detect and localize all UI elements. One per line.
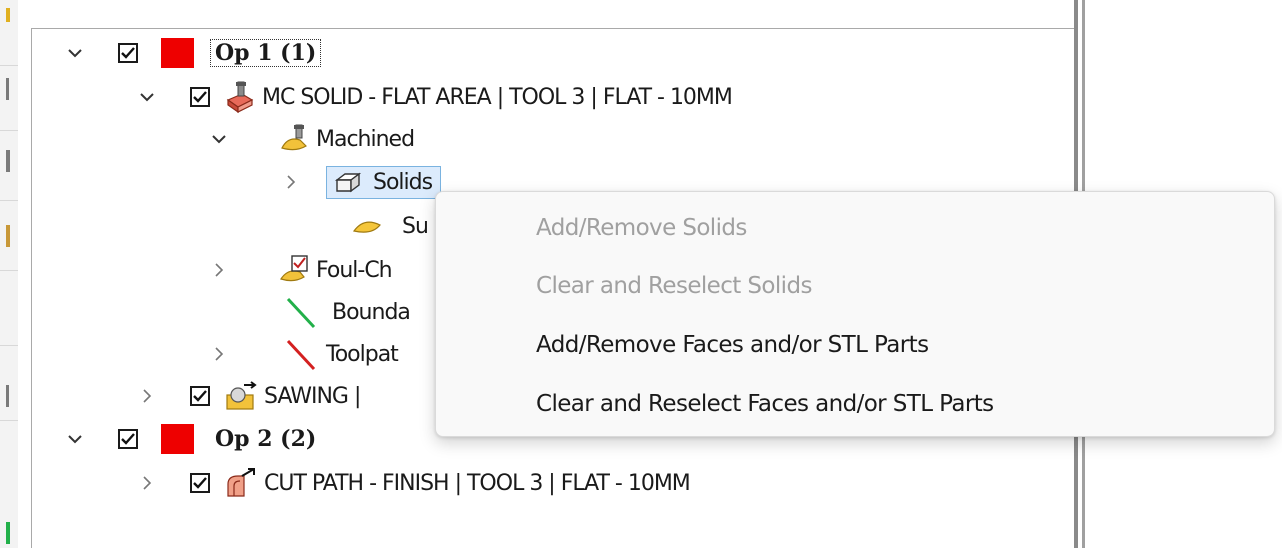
tree-row-op1[interactable]: Op 1 (1)	[64, 32, 322, 74]
menu-item-clear-reselect-faces-stl[interactable]: Clear and Reselect Faces and/or STL Part…	[536, 384, 994, 424]
chevron-right-icon[interactable]	[280, 171, 302, 193]
op1-label[interactable]: Op 1 (1)	[210, 39, 322, 67]
chevron-right-icon[interactable]	[136, 472, 158, 494]
foul-check-icon	[278, 253, 312, 287]
tree-row-mc-solid[interactable]: MC SOLID - FLAT AREA | TOOL 3 | FLAT - 1…	[136, 76, 733, 118]
divider	[0, 420, 18, 421]
op-color-marker	[161, 424, 194, 454]
tree-row-foul-check[interactable]: Foul-Ch	[208, 249, 393, 291]
checkbox-cut-path[interactable]	[190, 473, 210, 493]
context-menu: Add/Remove Solids Clear and Reselect Sol…	[435, 191, 1275, 437]
divider	[0, 130, 18, 131]
chevron-down-icon[interactable]	[64, 428, 86, 450]
op-color-marker	[161, 38, 194, 68]
tree-row-machined[interactable]: Machined	[208, 118, 415, 160]
cut-path-label[interactable]: CUT PATH - FINISH | TOOL 3 | FLAT - 10MM	[264, 471, 691, 496]
divider	[0, 270, 18, 271]
toolbar-mark	[6, 522, 10, 544]
tree-row-sawing[interactable]: SAWING |	[136, 375, 361, 417]
toolpath-line-icon	[284, 337, 318, 371]
surfaces-label[interactable]: Su	[402, 214, 429, 239]
checkbox-sawing[interactable]	[190, 386, 210, 406]
boundary-label[interactable]: Bounda	[332, 300, 411, 325]
checkbox-op2[interactable]	[118, 429, 138, 449]
toolbar-mark	[6, 8, 10, 22]
tree-row-op2[interactable]: Op 2 (2)	[64, 418, 321, 460]
solids-label[interactable]: Solids	[373, 170, 433, 195]
chevron-down-icon[interactable]	[136, 86, 158, 108]
surface-icon	[350, 209, 384, 243]
sawing-operation-icon	[224, 379, 258, 413]
chevron-right-icon[interactable]	[136, 385, 158, 407]
toolbar-mark	[6, 78, 9, 100]
tree-row-toolpath[interactable]: Toolpat	[208, 333, 399, 375]
menu-item-add-remove-faces-stl[interactable]: Add/Remove Faces and/or STL Parts	[536, 325, 929, 365]
machined-label[interactable]: Machined	[316, 127, 415, 152]
menu-item-clear-reselect-solids[interactable]: Clear and Reselect Solids	[536, 266, 812, 306]
tree-row-surfaces[interactable]: Su	[350, 205, 429, 247]
mc-solid-label[interactable]: MC SOLID - FLAT AREA | TOOL 3 | FLAT - 1…	[262, 85, 733, 110]
menu-item-add-remove-solids[interactable]: Add/Remove Solids	[536, 208, 747, 248]
cut-path-operation-icon	[224, 466, 258, 500]
toolbar-mark	[6, 385, 9, 407]
foul-check-label[interactable]: Foul-Ch	[316, 258, 393, 283]
sawing-label[interactable]: SAWING |	[264, 384, 361, 409]
divider	[0, 65, 18, 66]
chevron-down-icon[interactable]	[64, 42, 86, 64]
chevron-right-icon[interactable]	[208, 259, 230, 281]
adjacent-panel-edge	[0, 0, 18, 548]
toolbar-mark	[6, 150, 10, 172]
toolpath-label[interactable]: Toolpat	[326, 342, 399, 367]
divider	[0, 200, 18, 201]
tree-row-solids[interactable]: Solids	[280, 161, 442, 203]
solid-box-icon	[333, 170, 363, 194]
boundary-line-icon	[284, 295, 318, 329]
solid-operation-icon	[222, 80, 256, 114]
chevron-down-icon[interactable]	[208, 128, 230, 150]
toolbar-mark	[6, 225, 10, 247]
solids-selected-item[interactable]: Solids	[326, 165, 442, 199]
chevron-right-icon[interactable]	[208, 343, 230, 365]
tree-row-cut-path[interactable]: CUT PATH - FINISH | TOOL 3 | FLAT - 10MM	[136, 462, 691, 504]
checkbox-op1[interactable]	[118, 43, 138, 63]
machined-geometry-icon	[278, 122, 312, 156]
op2-label[interactable]: Op 2 (2)	[210, 426, 321, 452]
checkbox-mc-solid[interactable]	[190, 87, 210, 107]
tree-row-boundary[interactable]: Bounda	[284, 291, 411, 333]
divider	[0, 345, 18, 346]
